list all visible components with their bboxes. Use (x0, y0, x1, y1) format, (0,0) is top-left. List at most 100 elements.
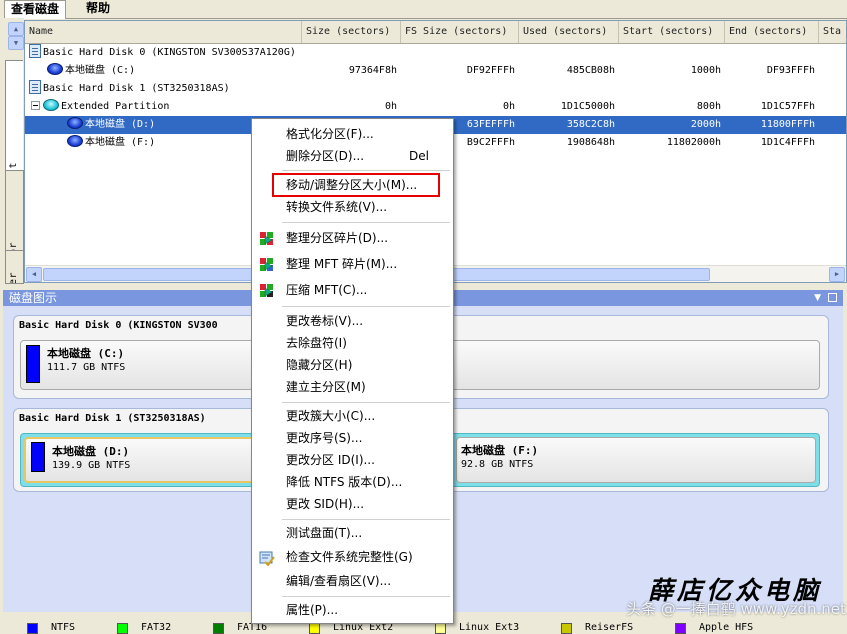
table-row[interactable]: 本地磁盘 (C:) 97364F8h DF92FFFh 485CB08h 100… (25, 62, 846, 80)
tab-help[interactable]: 帮助 (80, 0, 116, 17)
menu-item-label: 测试盘面(T)... (286, 526, 363, 540)
row-end: 1D1C4FFFh (760, 137, 815, 148)
legend-label: ReiserFS (585, 622, 634, 633)
menu-item-defrag[interactable]: 整理分区碎片(D)... (252, 227, 453, 249)
partition-f-size: 92.8 GB NTFS (461, 459, 534, 470)
menu-item-sid[interactable]: 更改 SID(H)... (252, 493, 453, 515)
partition-icon (67, 135, 83, 147)
menu-item-defrag-mft[interactable]: 整理 MFT 碎片(M)... (252, 253, 453, 275)
menu-item-label: 更改 SID(H)... (286, 497, 365, 511)
row-start: 800h (696, 101, 721, 112)
menu-item-label: 整理分区碎片(D)... (286, 231, 389, 245)
scroll-down-button[interactable]: ▼ (8, 36, 24, 50)
table-row[interactable]: Extended Partition 0h 0h 1D1C5000h 800h … (25, 98, 846, 116)
scroll-right-button[interactable]: ▶ (829, 267, 845, 282)
menu-item-label: 更改序号(S)... (286, 431, 363, 445)
menu-item-label: 更改分区 ID(I)... (286, 453, 375, 467)
legend-label: Apple HFS (699, 622, 754, 633)
menu-item-label: 建立主分区(M) (286, 380, 366, 394)
menu-item-label: 格式化分区(F)... (286, 127, 374, 141)
legend-label: FAT32 (141, 622, 172, 633)
maximize-icon[interactable] (828, 293, 837, 302)
row-end: 1D1C57FFh (760, 101, 815, 112)
table-row[interactable]: Basic Hard Disk 1 (ST3250318AS) (25, 80, 846, 98)
col-name[interactable]: Name (25, 21, 302, 43)
menu-item-remove-letter[interactable]: 去除盘符(I) (252, 332, 453, 354)
partition-d-size: 139.9 GB NTFS (52, 460, 131, 471)
row-name: 本地磁盘 (F:) (85, 137, 156, 148)
menu-item-cluster-size[interactable]: 更改簇大小(C)... (252, 405, 453, 427)
tab-explorer[interactable]: lorer (5, 250, 24, 284)
menu-item-partition-id[interactable]: 更改分区 ID(I)... (252, 449, 453, 471)
defrag-mft-icon (260, 258, 273, 271)
ntfs-color-bar (31, 442, 45, 472)
row-start: 2000h (690, 119, 721, 130)
menu-separator (282, 170, 450, 171)
tab-view-disk[interactable]: 查看磁盘 (4, 0, 67, 19)
col-fs-size[interactable]: FS Size (sectors) (401, 21, 519, 43)
menu-separator (282, 519, 450, 520)
row-start: 1000h (690, 65, 721, 76)
menu-item-ntfs-version[interactable]: 降低 NTFS 版本(D)... (252, 471, 453, 493)
menu-item-label: 更改簇大小(C)... (286, 409, 376, 423)
menu-item-label: 检查文件系统完整性(G) (286, 550, 413, 564)
disk-map-title: 磁盘图示 (9, 291, 58, 305)
partition-f-block[interactable]: 本地磁盘 (F:) 92.8 GB NTFS (456, 437, 816, 483)
menu-item-label: 更改卷标(V)... (286, 314, 364, 328)
menu-item-convert-fs[interactable]: 转换文件系统(V)... (252, 196, 453, 218)
row-size: 97364F8h (348, 65, 397, 76)
menu-item-properties[interactable]: 属性(P)... (252, 599, 453, 621)
hard-disk-icon (29, 80, 41, 94)
col-used[interactable]: Used (sectors) (519, 21, 619, 43)
col-start[interactable]: Start (sectors) (619, 21, 725, 43)
menu-item-serial[interactable]: 更改序号(S)... (252, 427, 453, 449)
scroll-left-button[interactable]: ◀ (26, 267, 42, 282)
row-name: 本地磁盘 (C:) (65, 65, 136, 76)
menu-item-shortcut: Del (409, 149, 429, 163)
menu-separator (282, 222, 450, 223)
extended-partition-icon (43, 99, 59, 111)
menu-item-label: 转换文件系统(V)... (286, 200, 388, 214)
collapse-toggle-icon[interactable] (31, 100, 40, 110)
row-used: 358C2C8h (566, 119, 615, 130)
check-filesystem-icon (259, 551, 275, 566)
legend-swatch (435, 623, 446, 634)
disk-0-title: Basic Hard Disk 0 (KINGSTON SV300 (19, 320, 218, 331)
menu-item-compress-mft[interactable]: 压缩 MFT(C)... (252, 279, 453, 301)
menu-item-label: 隐藏分区(H) (286, 358, 353, 372)
collapse-arrow-icon[interactable]: ▼ (814, 290, 821, 306)
menu-item-set-primary[interactable]: 建立主分区(M) (252, 376, 453, 398)
table-row[interactable]: Basic Hard Disk 0 (KINGSTON SV300S37A120… (25, 44, 846, 62)
menu-item-delete[interactable]: 删除分区(D)... Del (252, 145, 453, 167)
col-end[interactable]: End (sectors) (725, 21, 819, 43)
menu-separator (282, 306, 450, 307)
row-name: Basic Hard Disk 0 (KINGSTON SV300S37A120… (43, 47, 296, 58)
legend-swatch (27, 623, 38, 634)
menu-item-sector-edit[interactable]: 编辑/查看扇区(V)... (252, 570, 453, 592)
menu-item-label: 去除盘符(I) (286, 336, 347, 350)
row-end: DF93FFFh (766, 65, 815, 76)
col-status[interactable]: Sta (819, 21, 847, 43)
row-size: 0h (384, 101, 397, 112)
tab-disk-editor[interactable]: Disk Editor (5, 170, 24, 254)
hard-disk-icon (29, 44, 41, 58)
partition-icon (67, 117, 83, 129)
legend-swatch (213, 623, 224, 634)
menu-item-check-fs[interactable]: 检查文件系统完整性(G) (252, 546, 453, 568)
menu-item-hide[interactable]: 隐藏分区(H) (252, 354, 453, 376)
legend-swatch (561, 623, 572, 634)
col-size[interactable]: Size (sectors) (302, 21, 401, 43)
tab-partition-list[interactable]: Partition List (5, 60, 23, 174)
legend-swatch (309, 623, 320, 634)
partition-d-name: 本地磁盘 (D:) (52, 445, 130, 458)
menu-item-surface-test[interactable]: 测试盘面(T)... (252, 522, 453, 544)
menu-item-change-label[interactable]: 更改卷标(V)... (252, 310, 453, 332)
row-name: Extended Partition (61, 101, 170, 112)
scroll-up-button[interactable]: ▲ (8, 22, 24, 36)
partition-f-name: 本地磁盘 (F:) (461, 444, 539, 457)
menu-item-label: 编辑/查看扇区(V)... (286, 574, 392, 588)
defrag-icon (260, 232, 273, 245)
row-used: 1908648h (566, 137, 615, 148)
row-used: 485CB08h (566, 65, 615, 76)
menu-item-format[interactable]: 格式化分区(F)... (252, 123, 453, 145)
